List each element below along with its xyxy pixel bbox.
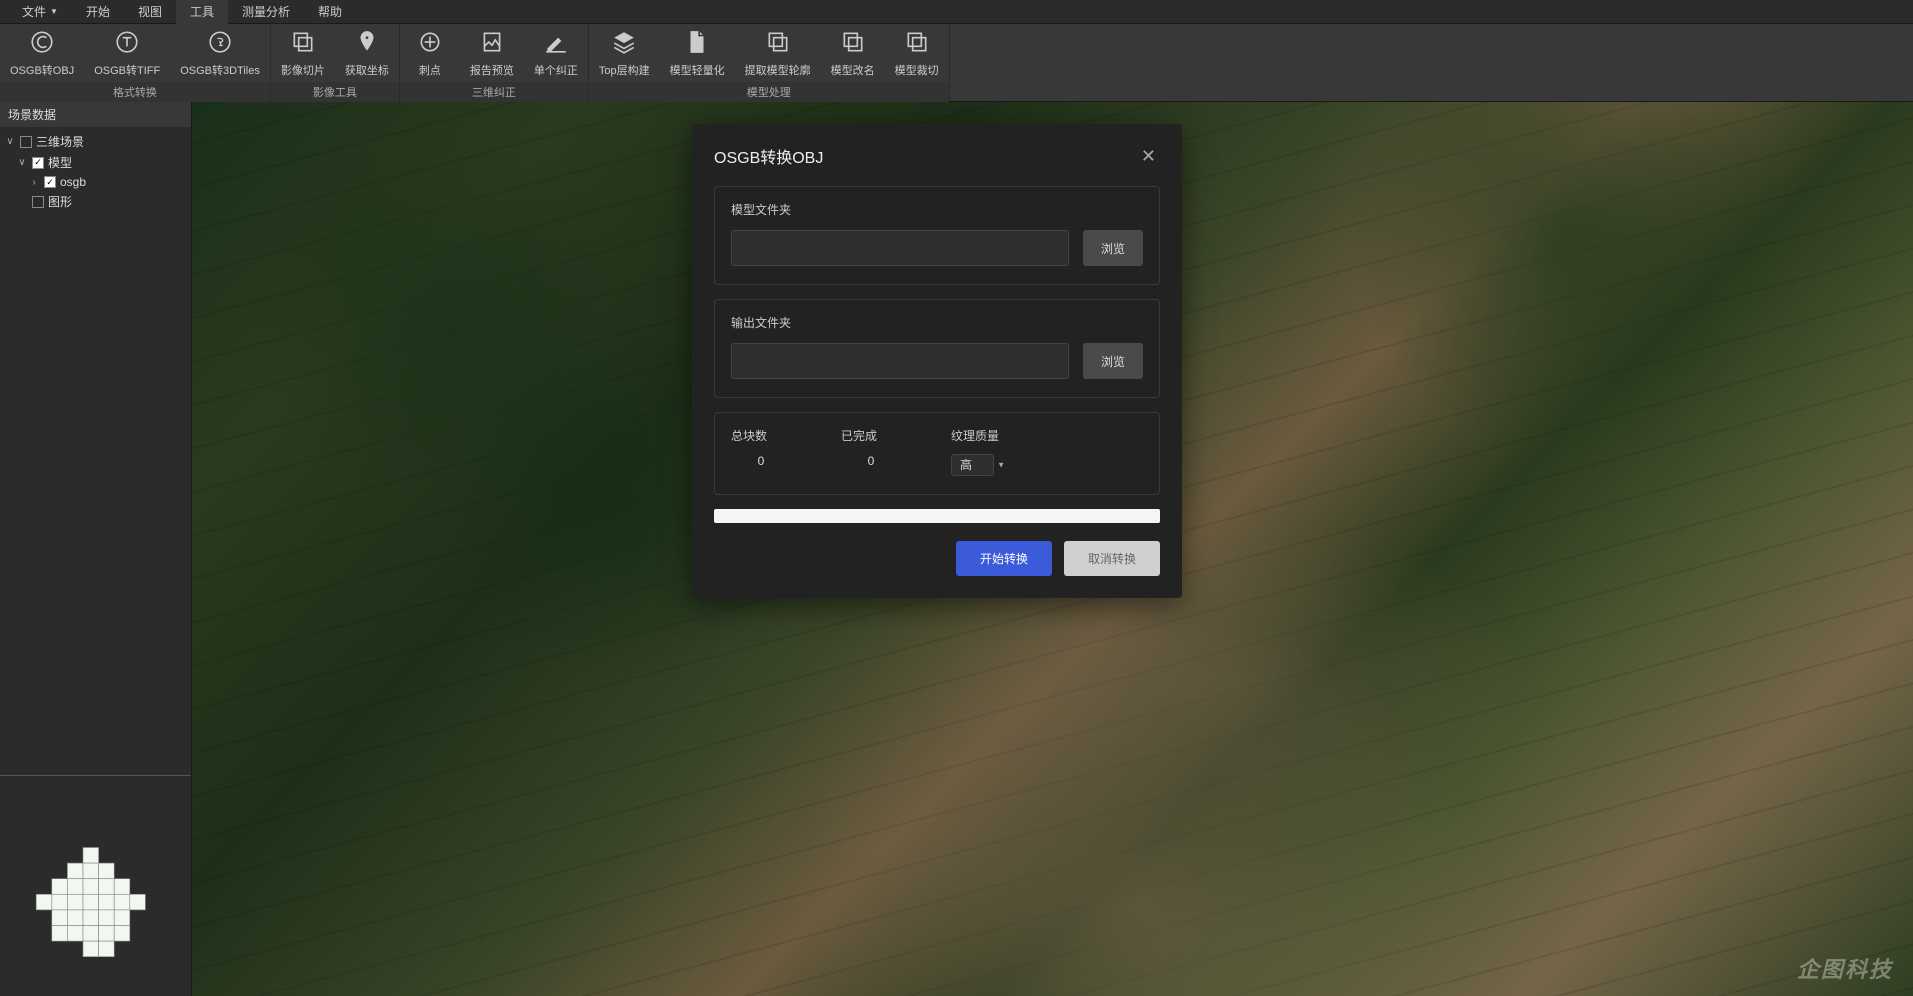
total-blocks-label: 总块数 xyxy=(731,427,791,444)
output-folder-input[interactable] xyxy=(731,343,1069,379)
tree-label: 三维场景 xyxy=(36,133,84,150)
output-folder-label: 输出文件夹 xyxy=(731,314,1143,331)
watermark: 企图科技 xyxy=(1797,952,1893,984)
tree-model[interactable]: ∨ ✓ 模型 xyxy=(0,152,191,173)
ribbon-group-model: Top层构建 模型轻量化 提取模型轮廓 模型改名 模型裁切 模型处理 xyxy=(589,24,950,101)
viewport-3d[interactable]: 企图科技 OSGB转换OBJ ✕ 模型文件夹 浏览 输出文件夹 浏览 xyxy=(192,102,1913,996)
close-icon[interactable]: ✕ xyxy=(1137,146,1160,167)
tree-osgb[interactable]: › ✓ osgb xyxy=(0,173,191,191)
crop-icon xyxy=(904,28,930,56)
texture-quality-label: 纹理质量 xyxy=(951,427,1011,444)
minimap-tiles-icon xyxy=(31,841,161,971)
completed-value: 0 xyxy=(841,454,901,468)
osgb-to-obj-button[interactable]: OSGB转OBJ xyxy=(0,24,84,82)
tree-label: 图形 xyxy=(48,193,72,210)
sidebar-header: 场景数据 xyxy=(0,102,191,127)
ribbon-group-image: 影像切片 获取坐标 影像工具 xyxy=(271,24,400,101)
ribbon-group-label: 模型处理 xyxy=(589,82,949,103)
get-coord-icon xyxy=(354,28,380,56)
scene-tree: ∨ 三维场景 ∨ ✓ 模型 › ✓ osgb 图形 xyxy=(0,127,191,775)
tree-checkbox[interactable] xyxy=(20,136,32,148)
model-folder-section: 模型文件夹 浏览 xyxy=(714,186,1160,285)
ribbon-group-label: 三维纠正 xyxy=(400,82,588,103)
total-blocks-value: 0 xyxy=(731,454,791,468)
ribbon-group-correct: 刺点 报告预览 单个纠正 三维纠正 xyxy=(400,24,589,101)
ribbon-toolbar: OSGB转OBJ OSGB转TIFF OSGB转3DTiles 格式转换 影像切… xyxy=(0,24,1913,102)
dropdown-arrow-icon: ▼ xyxy=(50,7,58,16)
browse-output-button[interactable]: 浏览 xyxy=(1083,343,1143,379)
menubar: 文件▼ 开始 视图 工具 测量分析 帮助 xyxy=(0,0,1913,24)
progress-bar xyxy=(714,509,1160,523)
ribbon-group-format: OSGB转OBJ OSGB转TIFF OSGB转3DTiles 格式转换 xyxy=(0,24,271,101)
puncture-button[interactable]: 刺点 xyxy=(400,24,460,82)
top-layer-icon xyxy=(611,28,637,56)
dialog-title: OSGB转换OBJ xyxy=(714,144,823,168)
convert-3d-icon xyxy=(207,28,233,56)
report-preview-button[interactable]: 报告预览 xyxy=(460,24,524,82)
image-slice-icon xyxy=(290,28,316,56)
menu-file[interactable]: 文件▼ xyxy=(8,0,72,24)
sidebar: 场景数据 ∨ 三维场景 ∨ ✓ 模型 › ✓ osgb 图形 xyxy=(0,102,192,996)
osgb-to-3dtiles-button[interactable]: OSGB转3DTiles xyxy=(170,24,270,82)
ribbon-group-label: 格式转换 xyxy=(0,82,270,103)
rename-button[interactable]: 模型改名 xyxy=(821,24,885,82)
browse-model-button[interactable]: 浏览 xyxy=(1083,230,1143,266)
tree-checkbox[interactable] xyxy=(32,196,44,208)
caret-right-icon[interactable]: › xyxy=(28,177,40,188)
completed-label: 已完成 xyxy=(841,427,901,444)
osgb-to-tiff-button[interactable]: OSGB转TIFF xyxy=(84,24,170,82)
start-convert-button[interactable]: 开始转换 xyxy=(956,541,1052,576)
convert-t-icon xyxy=(114,28,140,56)
rename-icon xyxy=(840,28,866,56)
puncture-icon xyxy=(417,28,443,56)
texture-quality-select[interactable]: 高 xyxy=(951,454,994,476)
tree-label: 模型 xyxy=(48,154,72,171)
cancel-convert-button[interactable]: 取消转换 xyxy=(1064,541,1160,576)
ribbon-group-label: 影像工具 xyxy=(271,82,399,103)
osgb-convert-dialog: OSGB转换OBJ ✕ 模型文件夹 浏览 输出文件夹 浏览 xyxy=(692,124,1182,598)
menu-start[interactable]: 开始 xyxy=(72,0,124,24)
extract-outline-button[interactable]: 提取模型轮廓 xyxy=(735,24,821,82)
lightweight-button[interactable]: 模型轻量化 xyxy=(660,24,735,82)
report-preview-icon xyxy=(479,28,505,56)
output-folder-section: 输出文件夹 浏览 xyxy=(714,299,1160,398)
stats-section: 总块数 0 已完成 0 纹理质量 高 xyxy=(714,412,1160,495)
get-coord-button[interactable]: 获取坐标 xyxy=(335,24,399,82)
tree-root[interactable]: ∨ 三维场景 xyxy=(0,131,191,152)
top-layer-button[interactable]: Top层构建 xyxy=(589,24,660,82)
tree-graphic[interactable]: 图形 xyxy=(0,191,191,212)
convert-c-icon xyxy=(29,28,55,56)
lightweight-icon xyxy=(684,28,710,56)
tree-checkbox[interactable]: ✓ xyxy=(44,176,56,188)
tree-label: osgb xyxy=(60,175,86,189)
tree-checkbox[interactable]: ✓ xyxy=(32,157,44,169)
menu-tools[interactable]: 工具 xyxy=(176,0,228,24)
single-correct-icon xyxy=(543,28,569,56)
single-correct-button[interactable]: 单个纠正 xyxy=(524,24,588,82)
caret-down-icon[interactable]: ∨ xyxy=(16,157,28,168)
menu-help[interactable]: 帮助 xyxy=(304,0,356,24)
model-folder-input[interactable] xyxy=(731,230,1069,266)
caret-down-icon[interactable]: ∨ xyxy=(4,136,16,147)
extract-outline-icon xyxy=(765,28,791,56)
crop-button[interactable]: 模型裁切 xyxy=(885,24,949,82)
minimap[interactable] xyxy=(0,776,191,996)
model-folder-label: 模型文件夹 xyxy=(731,201,1143,218)
image-slice-button[interactable]: 影像切片 xyxy=(271,24,335,82)
menu-view[interactable]: 视图 xyxy=(124,0,176,24)
menu-measure[interactable]: 测量分析 xyxy=(228,0,304,24)
